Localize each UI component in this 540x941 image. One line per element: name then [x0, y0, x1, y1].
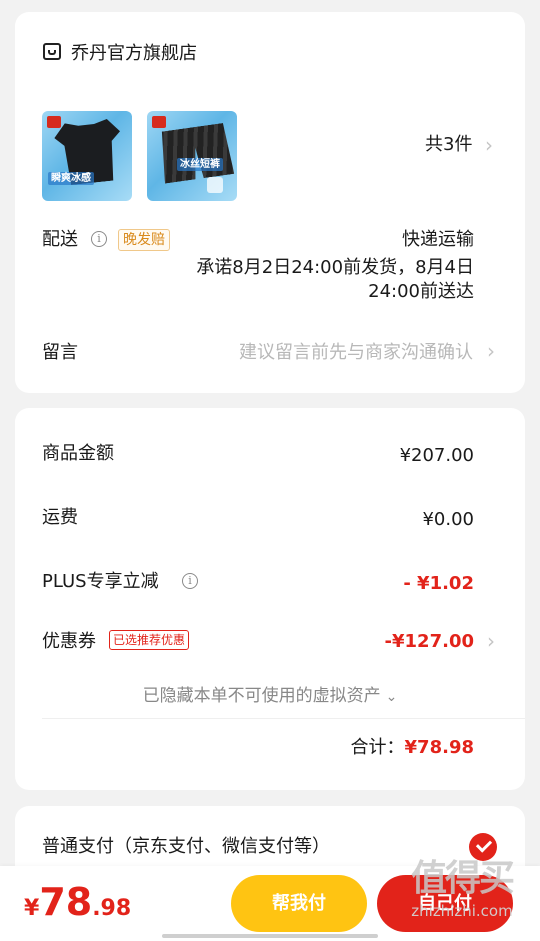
delivery-label: 配送	[42, 229, 78, 250]
delivery-method[interactable]: 快递运输	[402, 228, 474, 252]
ice-cube-icon	[207, 177, 223, 193]
payment-method-label[interactable]: 普通支付（京东支付、微信支付等）	[42, 835, 330, 859]
order-total: 合计：¥78.98	[351, 736, 474, 760]
product-thumbnail[interactable]: 冰丝短裤	[147, 111, 237, 201]
shorts-icon	[158, 122, 235, 183]
bottom-pay-bar: ¥78.98 帮我付 自己付	[0, 866, 540, 941]
coupon-badge: 已选推荐优惠	[109, 630, 190, 650]
message-label: 留言	[42, 342, 78, 363]
chevron-right-icon: ›	[487, 629, 495, 653]
item-count: 共3件	[425, 134, 473, 155]
total-value: ¥78.98	[404, 737, 474, 758]
price-decimal: .98	[92, 896, 132, 921]
checkmark-selected-icon[interactable]	[469, 833, 497, 861]
hidden-assets-text: 已隐藏本单不可使用的虚拟资产	[142, 686, 381, 706]
goods-amount-label: 商品金额	[42, 443, 114, 464]
pay-amount: ¥78.98	[24, 880, 131, 924]
divider	[42, 718, 525, 719]
chevron-right-icon: ›	[485, 133, 493, 157]
goods-amount-value: ¥207.00	[399, 445, 474, 466]
hidden-assets-toggle[interactable]: 已隐藏本单不可使用的虚拟资产 ⌄	[15, 684, 525, 708]
delivery-promise: 承诺8月2日24:00前发货，8月4日	[196, 257, 474, 278]
pay-myself-button[interactable]: 自己付	[377, 875, 513, 932]
brand-logo-icon	[47, 116, 61, 128]
message-input[interactable]: 建议留言前先与商家沟通确认	[239, 341, 473, 365]
total-label: 合计：	[350, 737, 405, 758]
chevron-right-icon: ›	[487, 339, 495, 363]
price-card: 商品金额 ¥207.00 运费 ¥0.00 PLUS专享立减 i - ¥1.02…	[15, 408, 525, 790]
late-compensation-badge: 晚发赔	[118, 229, 170, 251]
product-tag: 冰丝短裤	[177, 158, 223, 171]
product-tag: 瞬爽冰感	[48, 172, 94, 185]
store-icon	[43, 43, 61, 60]
help-me-pay-button[interactable]: 帮我付	[231, 875, 367, 932]
info-icon[interactable]: i	[91, 231, 107, 247]
brand-logo-icon	[152, 116, 166, 128]
coupon-label: 优惠券	[42, 631, 96, 652]
currency-symbol: ¥	[24, 896, 40, 921]
item-count-link[interactable]: 共3件 ›	[425, 133, 515, 157]
delivery-promise-2: 24:00前送达	[368, 281, 474, 302]
info-icon[interactable]: i	[182, 573, 198, 589]
shipping-label: 运费	[42, 507, 78, 528]
plus-discount-label: PLUS专享立减	[42, 571, 159, 592]
chevron-down-icon: ⌄	[385, 689, 398, 705]
plus-discount-value: - ¥1.02	[403, 573, 474, 594]
home-indicator[interactable]	[162, 934, 378, 938]
product-thumbnail[interactable]: 瞬爽冰感	[42, 111, 132, 201]
price-integer: 78	[39, 880, 93, 924]
shipping-value: ¥0.00	[422, 509, 474, 530]
store-name[interactable]: 乔丹官方旗舰店	[71, 42, 197, 66]
coupon-value[interactable]: -¥127.00	[385, 630, 474, 654]
store-card: 乔丹官方旗舰店 瞬爽冰感 冰丝短裤 共3件 › 配送 i 晚发赔 快递运输 承诺…	[15, 12, 525, 393]
